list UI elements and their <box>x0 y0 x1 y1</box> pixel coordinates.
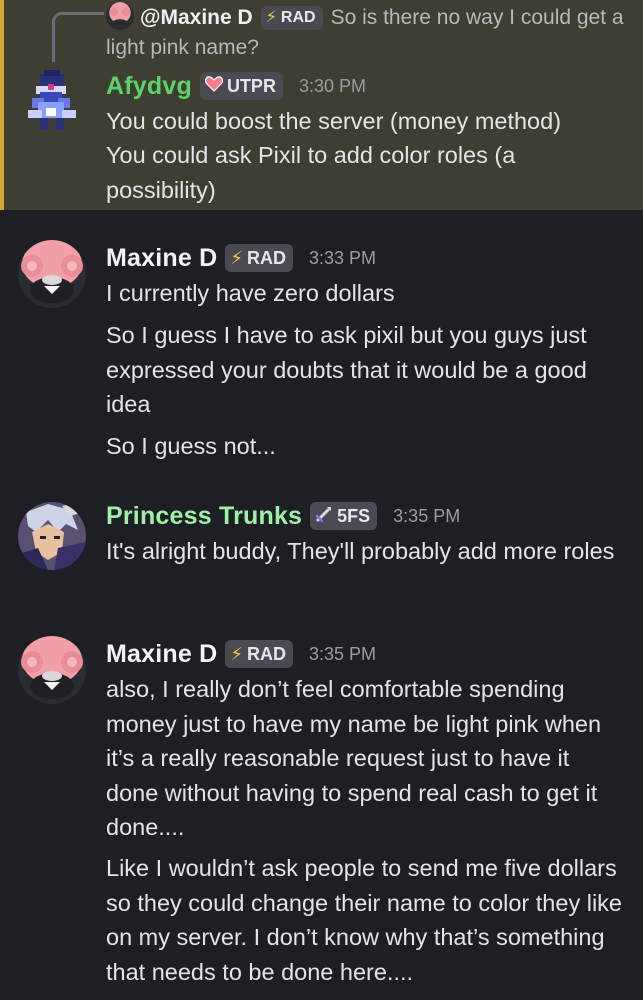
heart-icon <box>204 75 223 97</box>
avatar-maxine[interactable] <box>18 240 86 308</box>
message-header: Afydvg UTPR 3:30 PM <box>106 68 366 104</box>
message-text: So I guess I have to ask pixil but you g… <box>106 322 587 417</box>
role-badge[interactable]: ⚡ RAD <box>225 244 293 272</box>
lightning-icon: ⚡ <box>230 247 243 268</box>
role-badge[interactable]: ⚡ RAD <box>225 640 293 668</box>
timestamp: 3:35 PM <box>393 505 461 526</box>
reply-avatar <box>106 2 134 30</box>
message-header: Maxine D ⚡ RAD 3:33 PM <box>106 240 376 276</box>
username[interactable]: Princess Trunks <box>106 502 302 531</box>
reply-role-badge[interactable]: ⚡ RAD <box>260 6 323 30</box>
timestamp: 3:35 PM <box>309 643 377 664</box>
chat-view: @Maxine D ⚡ RAD So is there no way I could … <box>0 0 643 1000</box>
lightning-icon: ⚡ <box>265 9 277 26</box>
avatar-maxine[interactable] <box>18 636 86 704</box>
message-text: Like I wouldn’t ask people to send me fi… <box>106 855 622 985</box>
message-text: You could ask Pixil to add color roles (… <box>106 142 516 203</box>
reply-connector <box>52 12 104 62</box>
sword-icon <box>315 505 333 528</box>
role-badge[interactable]: 5FS <box>310 502 378 530</box>
avatar-princess-trunks[interactable] <box>18 502 86 570</box>
avatar-afydvg[interactable] <box>18 68 86 136</box>
username[interactable]: Maxine D <box>106 640 217 669</box>
lightning-icon: ⚡ <box>230 643 243 664</box>
username[interactable]: Afydvg <box>106 72 192 101</box>
timestamp: 3:33 PM <box>309 247 377 268</box>
role-badge[interactable]: UTPR <box>199 72 283 100</box>
message-text: I currently have zero dollars <box>106 280 395 306</box>
reply-author[interactable]: @Maxine D <box>140 6 253 29</box>
timestamp: 3:30 PM <box>298 75 366 96</box>
message-text: So I guess not... <box>106 433 276 459</box>
username[interactable]: Maxine D <box>106 244 217 273</box>
message-text: You could boost the server (money method… <box>106 108 562 134</box>
message-text: It's alright buddy, They'll probably add… <box>106 538 615 564</box>
message-text: also, I really don’t feel comfortable sp… <box>106 676 602 840</box>
message-header: Princess Trunks 5FS 3:35 PM <box>106 498 460 534</box>
reply-preview[interactable]: @Maxine D ⚡ RAD So is there no way I could … <box>106 2 626 63</box>
message-header: Maxine D ⚡ RAD 3:35 PM <box>106 636 376 672</box>
